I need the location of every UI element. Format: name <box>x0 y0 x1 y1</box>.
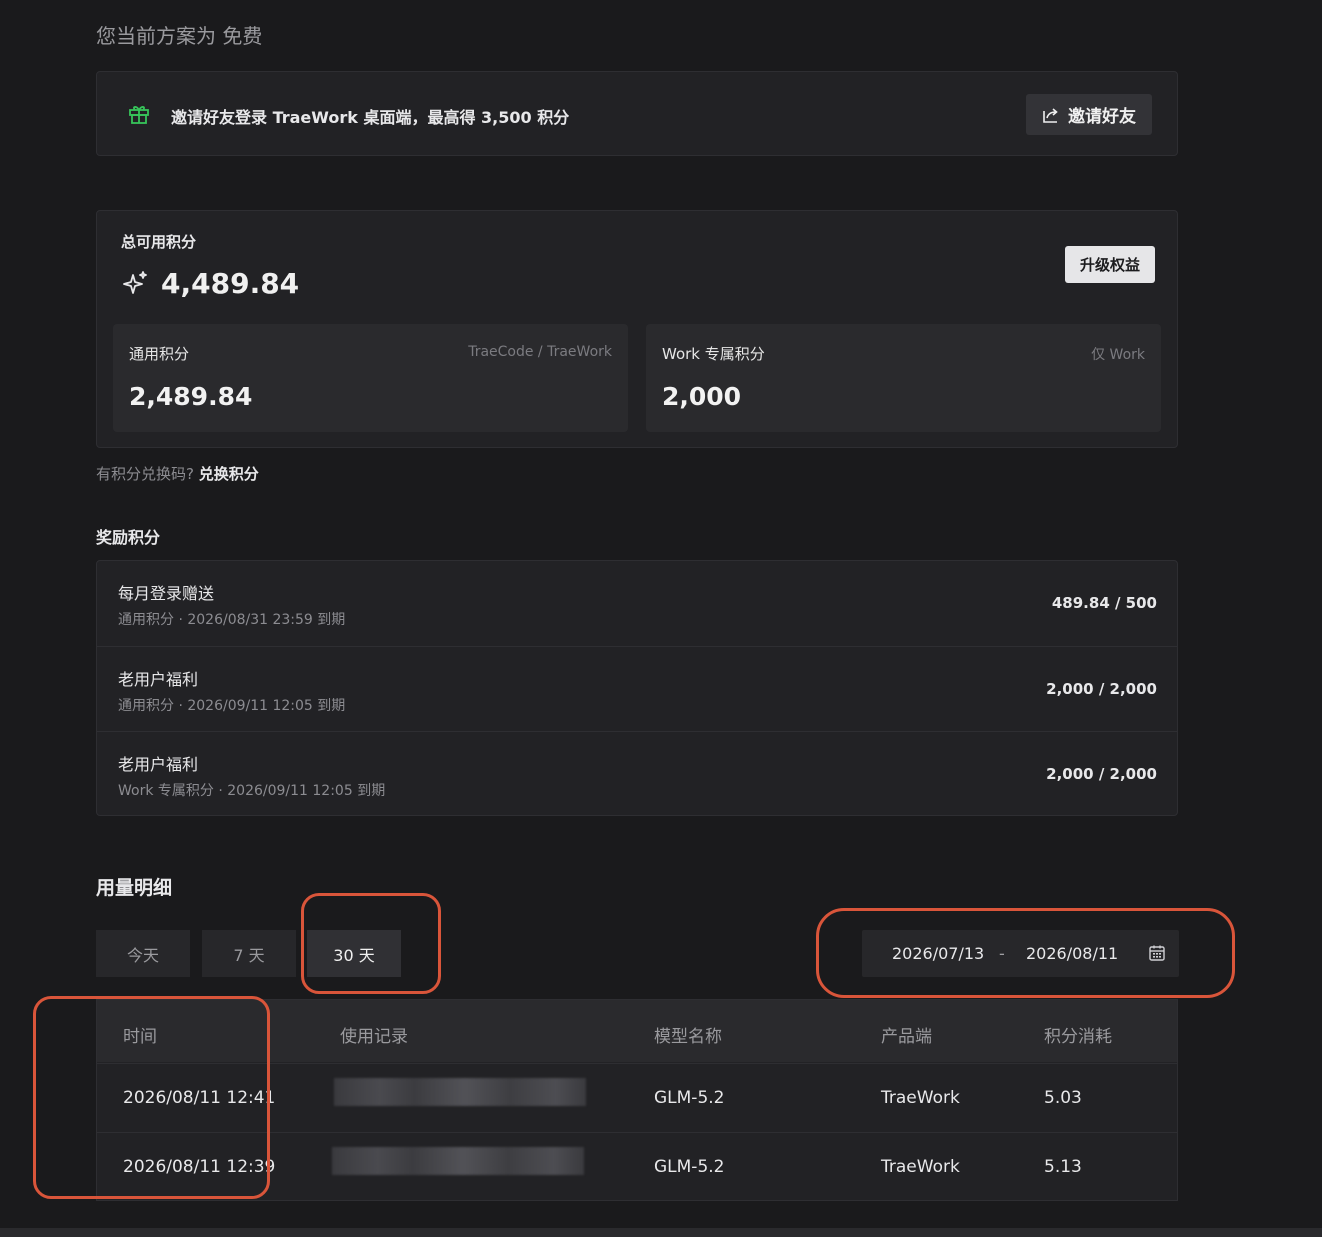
tab-today[interactable]: 今天 <box>96 930 190 977</box>
redeem-line: 有积分兑换码? 兑换积分 <box>96 463 259 484</box>
annotation-highlight-date-range <box>816 908 1235 998</box>
work-credits-label: Work 专属积分 <box>662 345 765 363</box>
row-model: GLM-5.2 <box>654 1088 725 1108</box>
redeem-prompt: 有积分兑换码? <box>96 465 194 483</box>
usage-title: 用量明细 <box>96 877 173 899</box>
total-credits-row: 4,489.84 <box>121 267 299 300</box>
general-credits-label: 通用积分 <box>129 345 190 363</box>
row-product: TraeWork <box>881 1088 960 1108</box>
reward-meta: 通用积分 · 2026/09/11 12:05 到期 <box>118 698 346 714</box>
reward-value: 2,000 / 2,000 <box>1046 680 1157 698</box>
general-credits-value: 2,489.84 <box>129 382 253 411</box>
bottom-divider <box>0 1228 1322 1237</box>
total-credits-label: 总可用积分 <box>121 233 197 251</box>
total-credits-value: 4,489.84 <box>161 267 300 300</box>
reward-name: 每月登录赠送 <box>118 584 215 603</box>
reward-value: 2,000 / 2,000 <box>1046 765 1157 783</box>
rewards-list: 每月登录赠送 通用积分 · 2026/08/31 23:59 到期 489.84… <box>96 560 1178 816</box>
sparkle-icon <box>123 270 147 294</box>
reward-meta: 通用积分 · 2026/08/31 23:59 到期 <box>118 612 346 628</box>
row-product: TraeWork <box>881 1157 960 1177</box>
gift-icon <box>129 106 149 124</box>
reward-item: 老用户福利 Work 专属积分 · 2026/09/11 12:05 到期 2,… <box>97 731 1177 817</box>
work-credits-scope: 仅 Work <box>1091 347 1145 363</box>
work-credits-card: Work 专属积分 仅 Work 2,000 <box>646 324 1161 432</box>
reward-value: 489.84 / 500 <box>1051 594 1157 612</box>
share-icon <box>1043 107 1058 123</box>
annotation-highlight-30-days <box>301 893 441 994</box>
row-cost: 5.13 <box>1044 1157 1082 1177</box>
invite-banner: 邀请好友登录 TraeWork 桌面端，最高得 3,500 积分 邀请好友 <box>96 71 1178 156</box>
work-credits-value: 2,000 <box>662 382 742 411</box>
tab-7-days[interactable]: 7 天 <box>202 930 296 977</box>
reward-item: 每月登录赠送 通用积分 · 2026/08/31 23:59 到期 489.84… <box>97 561 1177 646</box>
column-header-cost: 积分消耗 <box>1044 1027 1112 1047</box>
invite-friends-label: 邀请好友 <box>1068 107 1136 127</box>
reward-name: 老用户福利 <box>118 755 199 774</box>
reward-name: 老用户福利 <box>118 670 199 689</box>
column-header-product: 产品端 <box>881 1027 932 1047</box>
annotation-highlight-time-column <box>33 996 270 1199</box>
reward-meta: Work 专属积分 · 2026/09/11 12:05 到期 <box>118 783 386 799</box>
reward-item: 老用户福利 通用积分 · 2026/09/11 12:05 到期 2,000 /… <box>97 646 1177 732</box>
general-credits-scope: TraeCode / TraeWork <box>468 344 612 360</box>
rewards-title: 奖励积分 <box>96 528 161 547</box>
invite-friends-button[interactable]: 邀请好友 <box>1026 94 1152 135</box>
upgrade-button[interactable]: 升级权益 <box>1065 246 1155 283</box>
general-credits-card: 通用积分 TraeCode / TraeWork 2,489.84 <box>113 324 628 432</box>
credits-summary: 总可用积分 4,489.84 升级权益 通用积分 TraeCode / Trae… <box>96 210 1178 448</box>
redacted-record <box>332 1147 584 1175</box>
row-cost: 5.03 <box>1044 1088 1082 1108</box>
redacted-record <box>334 1078 586 1106</box>
plan-status: 您当前方案为 免费 <box>96 24 263 48</box>
billing-page: 您当前方案为 免费 邀请好友登录 TraeWork 桌面端，最高得 3,500 … <box>0 0 1322 1237</box>
column-header-record: 使用记录 <box>340 1027 408 1047</box>
invite-text: 邀请好友登录 TraeWork 桌面端，最高得 3,500 积分 <box>171 108 570 127</box>
redeem-credits-link[interactable]: 兑换积分 <box>199 465 259 483</box>
column-header-model: 模型名称 <box>654 1027 722 1047</box>
row-model: GLM-5.2 <box>654 1157 725 1177</box>
